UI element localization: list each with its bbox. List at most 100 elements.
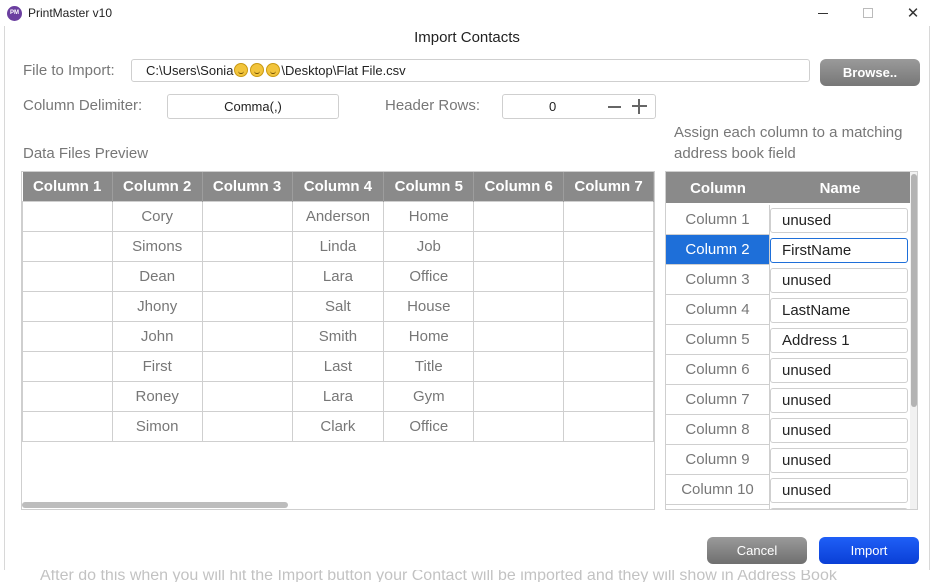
table-cell: Home: [383, 320, 475, 352]
app-logo-icon: PM: [7, 6, 22, 21]
mapping-field-select[interactable]: unused: [770, 268, 908, 293]
mapping-row[interactable]: Column 6 unused: [666, 355, 910, 385]
plus-icon[interactable]: [632, 99, 647, 114]
mapping-field-select[interactable]: FirstName: [770, 238, 908, 263]
mapping-row[interactable]: Column 7 unused: [666, 385, 910, 415]
table-row: Dean Lara Office: [22, 260, 654, 292]
close-button[interactable]: ✕: [890, 0, 934, 26]
table-cell: Roney: [111, 380, 203, 412]
column-delimiter-select[interactable]: Comma(,): [167, 94, 339, 119]
field-mapping-list[interactable]: Column Name Column 1 unused Column 2 FirstN…: [665, 171, 918, 510]
smiling-emoji-icon: [250, 63, 265, 77]
table-cell: Simon: [111, 410, 203, 442]
table-cell: [22, 380, 113, 412]
assign-label-line2: address book field: [674, 145, 796, 162]
mapping-column-cell[interactable]: Column 11: [666, 505, 770, 509]
preview-column-header: Column 4: [292, 172, 385, 201]
mapping-field-select[interactable]: unused: [770, 208, 908, 233]
mapping-column-cell[interactable]: Column 3: [666, 265, 770, 295]
table-cell: House: [383, 290, 475, 322]
table-cell: Simons: [111, 230, 203, 262]
mapping-row[interactable]: Column 2 FirstName: [666, 235, 910, 265]
table-cell: [22, 200, 113, 232]
background-page-text: After do this when you will hit the Impo…: [0, 570, 934, 582]
table-cell: [563, 320, 654, 352]
maximize-button[interactable]: [845, 0, 891, 26]
table-cell: [201, 260, 293, 292]
table-cell: John: [111, 320, 203, 352]
table-row: Cory Anderson Home: [22, 200, 654, 232]
vertical-scrollbar[interactable]: [910, 172, 917, 509]
mapping-row[interactable]: Column 10 unused: [666, 475, 910, 505]
table-cell: [473, 200, 565, 232]
mapping-row[interactable]: Column 8 unused: [666, 415, 910, 445]
background-instruction-text: After do this when you will hit the Impo…: [40, 570, 837, 582]
header-rows-stepper[interactable]: 0: [502, 94, 656, 119]
import-button[interactable]: Import: [819, 537, 919, 564]
mapping-row[interactable]: Column 9 unused: [666, 445, 910, 475]
mapping-column-cell[interactable]: Column 6: [666, 355, 770, 385]
mapping-row[interactable]: Column 4 LastName: [666, 295, 910, 325]
table-cell: [473, 380, 565, 412]
mapping-field-select[interactable]: unused: [770, 418, 908, 443]
table-row: John Smith Home: [22, 320, 654, 352]
header-rows-value: 0: [549, 99, 557, 114]
table-cell: [201, 380, 293, 412]
mapping-field-select[interactable]: Address 1: [770, 328, 908, 353]
data-preview-table[interactable]: Column 1 Column 2 Column 3 Column 4 Column 5…: [21, 171, 655, 510]
table-cell: Office: [383, 260, 475, 292]
data-preview-label: Data Files Preview: [23, 145, 149, 162]
mapping-field-select[interactable]: unused: [770, 478, 908, 503]
table-row: Simon Clark Office: [22, 410, 654, 442]
table-cell: Last: [291, 350, 385, 382]
mapping-field-select[interactable]: unused: [770, 508, 908, 509]
table-cell: Lara: [291, 380, 385, 412]
table-cell: Cory: [111, 200, 203, 232]
minimize-button[interactable]: [800, 0, 846, 26]
preview-column-header: Column 3: [202, 172, 293, 201]
table-cell: [22, 230, 113, 262]
file-path-field[interactable]: C:\Users\Sonia \Desktop\Flat File.csv: [131, 59, 810, 82]
table-cell: Home: [383, 200, 475, 232]
mapping-column-cell[interactable]: Column 1: [666, 205, 770, 235]
table-row: First Last Title: [22, 350, 654, 382]
table-cell: Jhony: [111, 290, 203, 322]
mapping-column-cell[interactable]: Column 7: [666, 385, 770, 415]
file-path-start: C:\Users\Sonia: [146, 63, 234, 78]
table-cell: [22, 260, 113, 292]
table-cell: Linda: [291, 230, 385, 262]
mapping-column-cell[interactable]: Column 8: [666, 415, 770, 445]
table-cell: Anderson: [291, 200, 385, 232]
header-rows-label: Header Rows:: [385, 97, 481, 114]
table-cell: [563, 200, 654, 232]
mapping-column-cell[interactable]: Column 9: [666, 445, 770, 475]
mapping-row[interactable]: Column 11unused: [666, 505, 910, 509]
mapping-field-select[interactable]: LastName: [770, 298, 908, 323]
horizontal-scrollbar[interactable]: [22, 502, 288, 508]
browse-button[interactable]: Browse..: [820, 59, 920, 86]
assign-label-line1: Assign each column to a matching: [674, 124, 903, 141]
mapping-row[interactable]: Column 3 unused: [666, 265, 910, 295]
table-cell: [563, 290, 654, 322]
mapping-column-header: Column: [690, 180, 746, 197]
mapping-row[interactable]: Column 5 Address 1: [666, 325, 910, 355]
mapping-field-select[interactable]: unused: [770, 448, 908, 473]
mapping-column-cell[interactable]: Column 2: [666, 235, 770, 265]
dialog-title: Import Contacts: [414, 29, 520, 46]
file-path-end: \Desktop\Flat File.csv: [281, 63, 406, 78]
table-cell: Dean: [111, 260, 203, 292]
cancel-button[interactable]: Cancel: [707, 537, 807, 564]
table-cell: [563, 350, 654, 382]
table-row: Jhony Salt House: [22, 290, 654, 322]
mapping-field-select[interactable]: unused: [770, 388, 908, 413]
minus-icon[interactable]: [608, 106, 621, 108]
mapping-row[interactable]: Column 1 unused: [666, 205, 910, 235]
table-cell: [563, 230, 654, 262]
minimize-icon: [818, 12, 828, 14]
mapping-field-select[interactable]: unused: [770, 358, 908, 383]
mapping-column-cell[interactable]: Column 5: [666, 325, 770, 355]
scrollbar-thumb[interactable]: [911, 174, 917, 407]
mapping-column-cell[interactable]: Column 4: [666, 295, 770, 325]
mapping-column-cell[interactable]: Column 10: [666, 475, 770, 505]
maximize-icon: [863, 8, 873, 18]
